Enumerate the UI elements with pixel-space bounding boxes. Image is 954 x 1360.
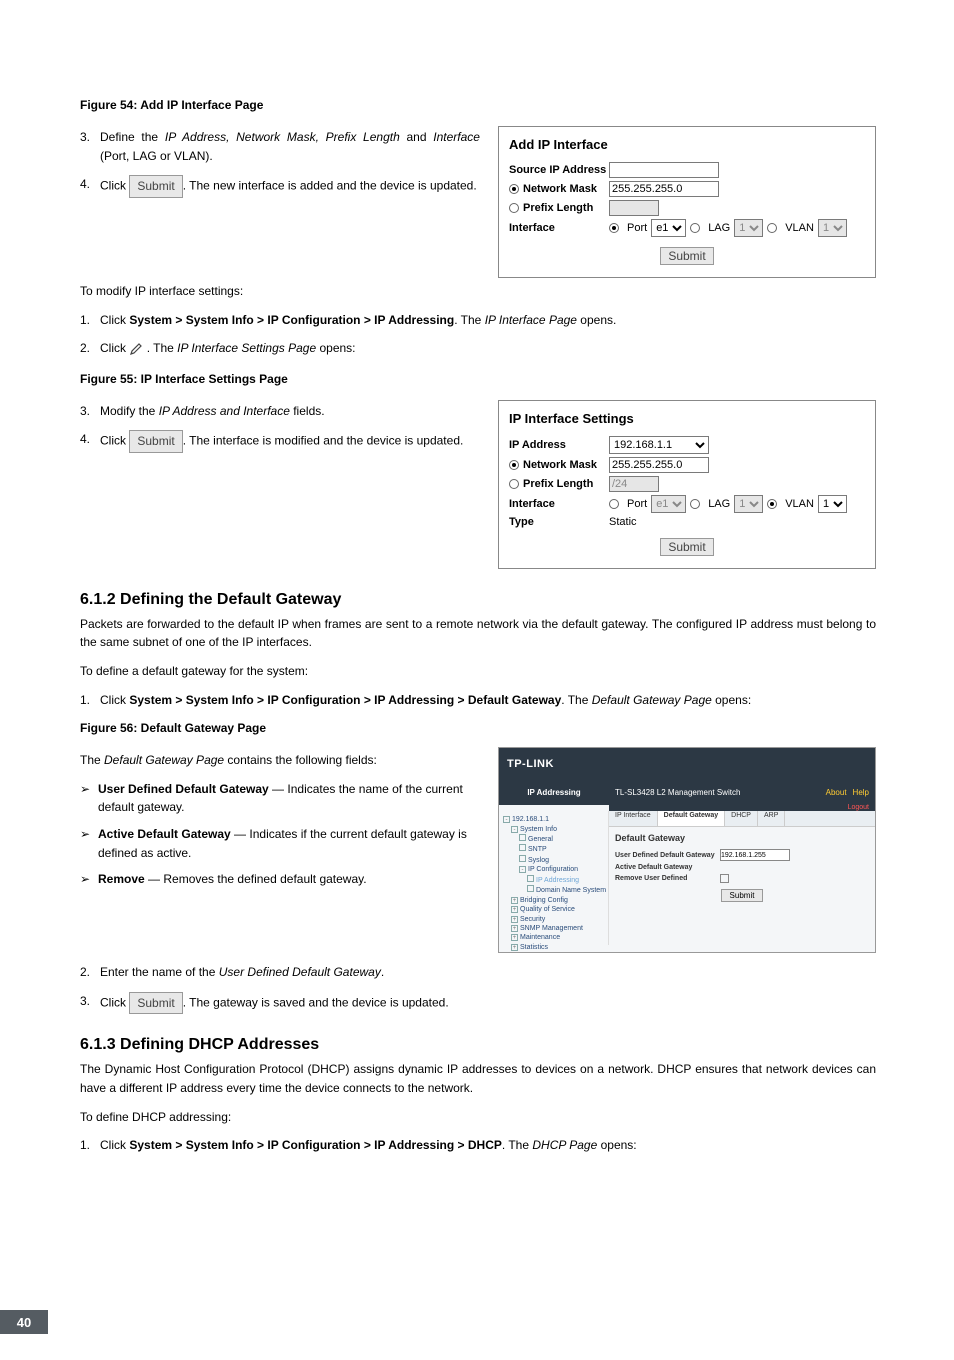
fig55-caption: Figure 55: IP Interface Settings Page	[80, 372, 876, 386]
remove-checkbox[interactable]	[720, 874, 729, 883]
panel-submit-button[interactable]: Submit	[660, 247, 713, 265]
add-ip-interface-panel: Add IP Interface Source IP Address Netwo…	[498, 126, 876, 278]
step-num: 1.	[80, 1136, 100, 1155]
step-num: 3.	[80, 992, 100, 1015]
step-num: 2.	[80, 339, 100, 358]
edit-icon[interactable]	[129, 342, 143, 356]
tab-default-gateway[interactable]: Default Gateway	[658, 811, 725, 826]
step-text: Click System > System Info > IP Configur…	[100, 1136, 876, 1155]
type-value: Static	[609, 516, 637, 528]
step-num: 1.	[80, 691, 100, 710]
page-number: 40	[0, 1310, 48, 1334]
bullet-icon: ➢	[80, 870, 98, 889]
about-link[interactable]: About	[826, 788, 847, 797]
screenshot-submit-button[interactable]: Submit	[721, 889, 764, 902]
source-ip-label: Source IP Address	[509, 164, 609, 176]
port-radio[interactable]	[609, 223, 619, 233]
step-text: Click Submit. The new interface is added…	[100, 175, 480, 198]
section-612-heading: 6.1.2 Defining the Default Gateway	[80, 591, 876, 609]
network-mask-radio[interactable]	[509, 184, 519, 194]
section-612-para: Packets are forwarded to the default IP …	[80, 615, 876, 652]
step-num: 1.	[80, 311, 100, 330]
type-label: Type	[509, 516, 609, 528]
port-select[interactable]: e1	[651, 495, 686, 513]
brand-logo: TP-LINK	[507, 758, 554, 770]
udg-label: User Defined Default Gateway	[615, 852, 720, 859]
submit-button[interactable]: Submit	[129, 992, 182, 1015]
prefix-length-label: Prefix Length	[523, 478, 609, 490]
bullet-icon: ➢	[80, 780, 98, 817]
product-title: TL-SL3428 L2 Management Switch	[615, 788, 740, 797]
vlan-radio[interactable]	[767, 223, 777, 233]
network-mask-radio[interactable]	[509, 460, 519, 470]
network-mask-input[interactable]	[609, 457, 709, 473]
bullet-text: User Defined Default Gateway — Indicates…	[98, 780, 480, 817]
panel-title: IP Interface Settings	[509, 411, 865, 426]
default-gateway-screenshot: TP-LINK IP Addressing TL-SL3428 L2 Manag…	[498, 747, 876, 953]
lag-radio[interactable]	[690, 223, 700, 233]
adg-label: Active Default Gateway	[615, 864, 720, 871]
fig56-intro: The Default Gateway Page contains the fo…	[80, 751, 480, 770]
panel-title: Add IP Interface	[509, 137, 865, 152]
prefix-length-input[interactable]	[609, 476, 659, 492]
modify-intro: To modify IP interface settings:	[80, 282, 876, 301]
step-num: 3.	[80, 128, 100, 165]
step-text: Click Submit. The interface is modified …	[100, 430, 480, 453]
panel-submit-button[interactable]: Submit	[660, 538, 713, 556]
submit-button[interactable]: Submit	[129, 175, 182, 198]
network-mask-label: Network Mask	[523, 459, 609, 471]
bullet-text: Remove — Removes the defined default gat…	[98, 870, 367, 889]
vlan-radio[interactable]	[767, 499, 777, 509]
section-613-heading: 6.1.3 Defining DHCP Addresses	[80, 1036, 876, 1054]
network-mask-label: Network Mask	[523, 183, 609, 195]
port-select[interactable]: e1	[651, 219, 686, 237]
help-link[interactable]: Help	[853, 788, 869, 797]
breadcrumb: IP Addressing	[499, 780, 609, 804]
source-ip-input[interactable]	[609, 162, 719, 178]
interface-label: Interface	[509, 222, 609, 234]
fig56-caption: Figure 56: Default Gateway Page	[80, 721, 876, 735]
prefix-length-label: Prefix Length	[523, 202, 609, 214]
step-num: 2.	[80, 963, 100, 982]
bullet-icon: ➢	[80, 825, 98, 862]
ip-address-select[interactable]: 192.168.1.1	[609, 436, 709, 454]
bullet-text: Active Default Gateway — Indicates if th…	[98, 825, 480, 862]
step-text: Define the IP Address, Network Mask, Pre…	[100, 128, 480, 165]
remove-label: Remove User Defined	[615, 875, 720, 882]
vlan-select[interactable]: 1	[818, 219, 847, 237]
fig54-caption: Figure 54: Add IP Interface Page	[80, 98, 876, 112]
ip-interface-settings-panel: IP Interface Settings IP Address 192.168…	[498, 400, 876, 569]
step-text: Enter the name of the User Defined Defau…	[100, 963, 876, 982]
prefix-length-radio[interactable]	[509, 479, 519, 489]
lag-radio[interactable]	[690, 499, 700, 509]
section-612-intro: To define a default gateway for the syst…	[80, 662, 876, 681]
section-613-intro: To define DHCP addressing:	[80, 1108, 876, 1127]
network-mask-input[interactable]	[609, 181, 719, 197]
step-text: Click . The IP Interface Settings Page o…	[100, 339, 876, 358]
submit-button[interactable]: Submit	[129, 430, 182, 453]
step-text: Click System > System Info > IP Configur…	[100, 311, 876, 330]
vlan-select[interactable]: 1	[818, 495, 847, 513]
nav-tree[interactable]: -192.168.1.1 -System Info General SNTP S…	[499, 811, 609, 945]
tab-arp[interactable]: ARP	[758, 811, 785, 826]
lag-select[interactable]: 1	[734, 219, 763, 237]
step-num: 3.	[80, 402, 100, 421]
step-text: Click Submit. The gateway is saved and t…	[100, 992, 876, 1015]
tab-dhcp[interactable]: DHCP	[725, 811, 758, 826]
section-613-para: The Dynamic Host Configuration Protocol …	[80, 1060, 876, 1097]
ip-address-label: IP Address	[509, 439, 609, 451]
lag-select[interactable]: 1	[734, 495, 763, 513]
prefix-length-input[interactable]	[609, 200, 659, 216]
udg-input[interactable]	[720, 849, 790, 861]
interface-label: Interface	[509, 498, 609, 510]
prefix-length-radio[interactable]	[509, 203, 519, 213]
step-num: 4.	[80, 430, 100, 453]
step-text: Click System > System Info > IP Configur…	[100, 691, 876, 710]
panel-title: Default Gateway	[615, 833, 869, 843]
step-num: 4.	[80, 175, 100, 198]
step-text: Modify the IP Address and Interface fiel…	[100, 402, 480, 421]
port-radio[interactable]	[609, 499, 619, 509]
tab-ip-interface[interactable]: IP Interface	[609, 811, 658, 826]
logout-link[interactable]: Logout	[848, 804, 869, 811]
